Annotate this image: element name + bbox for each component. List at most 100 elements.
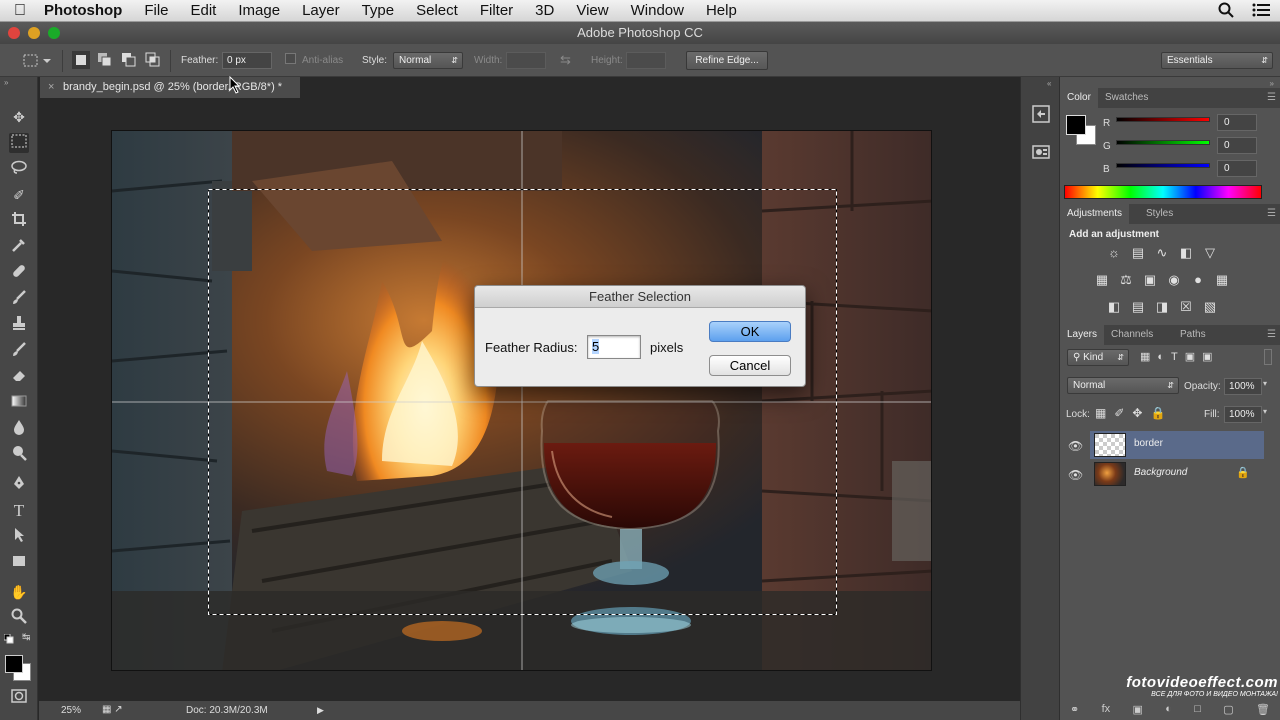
- lock-option-icons[interactable]: ▦✐✥🔒: [1095, 406, 1173, 420]
- opacity-input[interactable]: 100%: [1224, 378, 1262, 395]
- layer-row-background[interactable]: 👁 Background 🔒: [1060, 460, 1280, 488]
- close-window-button[interactable]: [8, 27, 20, 39]
- panel-menu-icon[interactable]: ☰: [1267, 325, 1276, 345]
- path-selection-tool-icon[interactable]: [9, 527, 29, 547]
- width-input[interactable]: [506, 52, 546, 69]
- photo-filter-icon[interactable]: ◉: [1165, 272, 1183, 288]
- fill-input[interactable]: 100%: [1224, 406, 1262, 423]
- zoom-tool-icon[interactable]: [9, 608, 29, 628]
- layer-row-border[interactable]: 👁 border: [1060, 431, 1280, 459]
- menu-file[interactable]: File: [133, 2, 179, 19]
- workspace-select[interactable]: Essentials ⇵: [1161, 52, 1273, 69]
- status-icons[interactable]: ▦ ↗: [102, 704, 123, 715]
- collapse-toolbar-icon[interactable]: »: [4, 78, 8, 87]
- clone-stamp-tool-icon[interactable]: [9, 315, 29, 335]
- notification-list-icon[interactable]: [1252, 2, 1270, 18]
- anti-alias-checkbox[interactable]: [285, 53, 296, 64]
- g-value[interactable]: 0: [1217, 137, 1257, 154]
- levels-icon[interactable]: ▤: [1129, 245, 1147, 261]
- r-value[interactable]: 0: [1217, 114, 1257, 131]
- visibility-eye-icon[interactable]: 👁: [1068, 439, 1083, 453]
- ok-button[interactable]: OK: [709, 321, 791, 342]
- minimize-window-button[interactable]: [28, 27, 40, 39]
- eyedropper-tool-icon[interactable]: [9, 237, 29, 257]
- tab-color[interactable]: Color: [1060, 88, 1098, 108]
- feather-input[interactable]: 0 px: [222, 52, 272, 69]
- invert-icon[interactable]: ◧: [1105, 299, 1123, 315]
- rectangular-marquee-tool-icon[interactable]: [9, 133, 29, 153]
- spotlight-search-icon[interactable]: [1218, 2, 1234, 18]
- g-slider[interactable]: [1116, 140, 1210, 145]
- rectangular-marquee-preset-icon[interactable]: [22, 53, 52, 69]
- zoom-window-button[interactable]: [48, 27, 60, 39]
- menu-type[interactable]: Type: [351, 2, 406, 19]
- history-panel-icon[interactable]: [1032, 105, 1050, 123]
- close-document-icon[interactable]: ×: [48, 77, 54, 98]
- new-layer-icon[interactable]: ▢: [1223, 703, 1233, 716]
- status-menu-arrow-icon[interactable]: ▶: [317, 705, 324, 716]
- threshold-icon[interactable]: ◨: [1153, 299, 1171, 315]
- add-to-selection-icon[interactable]: [96, 51, 114, 69]
- dodge-tool-icon[interactable]: [9, 445, 29, 465]
- collapse-panels-icon[interactable]: »: [1270, 79, 1274, 88]
- document-tab[interactable]: × brandy_begin.psd @ 25% (border, RGB/8*…: [40, 77, 300, 98]
- pen-tool-icon[interactable]: [9, 475, 29, 495]
- apple-icon[interactable]: : [0, 2, 40, 20]
- new-group-icon[interactable]: □: [1194, 703, 1201, 716]
- tab-channels[interactable]: Channels: [1104, 325, 1160, 345]
- layer-filter-type-icons[interactable]: ▦◐T▣▣: [1140, 350, 1220, 363]
- blend-mode-select[interactable]: Normal ⇵: [1067, 377, 1179, 394]
- panel-menu-icon[interactable]: ☰: [1267, 204, 1276, 224]
- properties-panel-icon[interactable]: [1032, 143, 1050, 161]
- link-layers-icon[interactable]: ⚭: [1070, 703, 1079, 716]
- menu-window[interactable]: Window: [620, 2, 695, 19]
- add-mask-icon[interactable]: ▣: [1132, 703, 1142, 716]
- new-selection-icon[interactable]: [72, 51, 90, 69]
- zoom-level[interactable]: 25%: [61, 705, 81, 716]
- adjustment-layer-icon[interactable]: ◐: [1165, 703, 1172, 716]
- menu-view[interactable]: View: [565, 2, 619, 19]
- brush-tool-icon[interactable]: [9, 289, 29, 309]
- delete-layer-icon[interactable]: 🗑: [1256, 703, 1270, 716]
- feather-radius-input[interactable]: 5: [587, 335, 641, 359]
- layer-filter-select[interactable]: ⚲ Kind ⇵: [1067, 349, 1129, 366]
- color-spectrum-bar[interactable]: [1064, 185, 1262, 199]
- subtract-from-selection-icon[interactable]: [120, 51, 138, 69]
- panel-menu-icon[interactable]: ☰: [1267, 88, 1276, 108]
- lasso-tool-icon[interactable]: [9, 159, 29, 179]
- menu-3d[interactable]: 3D: [524, 2, 565, 19]
- menu-edit[interactable]: Edit: [180, 2, 228, 19]
- hue-saturation-icon[interactable]: ▦: [1093, 272, 1111, 288]
- history-brush-tool-icon[interactable]: [9, 341, 29, 361]
- visibility-eye-icon[interactable]: 👁: [1068, 468, 1083, 482]
- b-slider[interactable]: [1116, 163, 1210, 168]
- filter-toggle-switch[interactable]: [1264, 349, 1272, 365]
- tab-paths[interactable]: Paths: [1173, 325, 1213, 345]
- curves-icon[interactable]: ∿: [1153, 245, 1171, 261]
- tab-adjustments[interactable]: Adjustments: [1060, 204, 1130, 224]
- eraser-tool-icon[interactable]: [9, 367, 29, 387]
- blur-tool-icon[interactable]: [9, 419, 29, 439]
- layer-style-icon[interactable]: fx: [1102, 703, 1111, 716]
- rectangle-tool-icon[interactable]: [9, 553, 29, 573]
- color-balance-icon[interactable]: ⚖: [1117, 272, 1135, 288]
- black-white-icon[interactable]: ▣: [1141, 272, 1159, 288]
- quick-mask-icon[interactable]: [9, 688, 29, 708]
- gradient-tool-icon[interactable]: [9, 393, 29, 413]
- color-lookup-icon[interactable]: ▦: [1213, 272, 1231, 288]
- image-canvas[interactable]: [111, 130, 932, 671]
- hand-tool-icon[interactable]: ✋: [9, 582, 29, 602]
- vibrance-icon[interactable]: ▽: [1201, 245, 1219, 261]
- menu-help[interactable]: Help: [695, 2, 748, 19]
- swap-width-height-icon[interactable]: ⇆: [560, 52, 571, 68]
- opacity-dropdown-icon[interactable]: ▾: [1263, 379, 1267, 388]
- move-tool-icon[interactable]: ✥: [9, 107, 29, 127]
- cancel-button[interactable]: Cancel: [709, 355, 791, 376]
- collapse-strip-icon[interactable]: «: [1047, 79, 1051, 88]
- exposure-icon[interactable]: ◧: [1177, 245, 1195, 261]
- refine-edge-button[interactable]: Refine Edge...: [686, 51, 768, 70]
- tab-styles[interactable]: Styles: [1139, 204, 1180, 224]
- default-colors-icon[interactable]: [4, 634, 14, 644]
- selective-color-icon[interactable]: ☒: [1177, 299, 1195, 315]
- r-slider[interactable]: [1116, 117, 1210, 122]
